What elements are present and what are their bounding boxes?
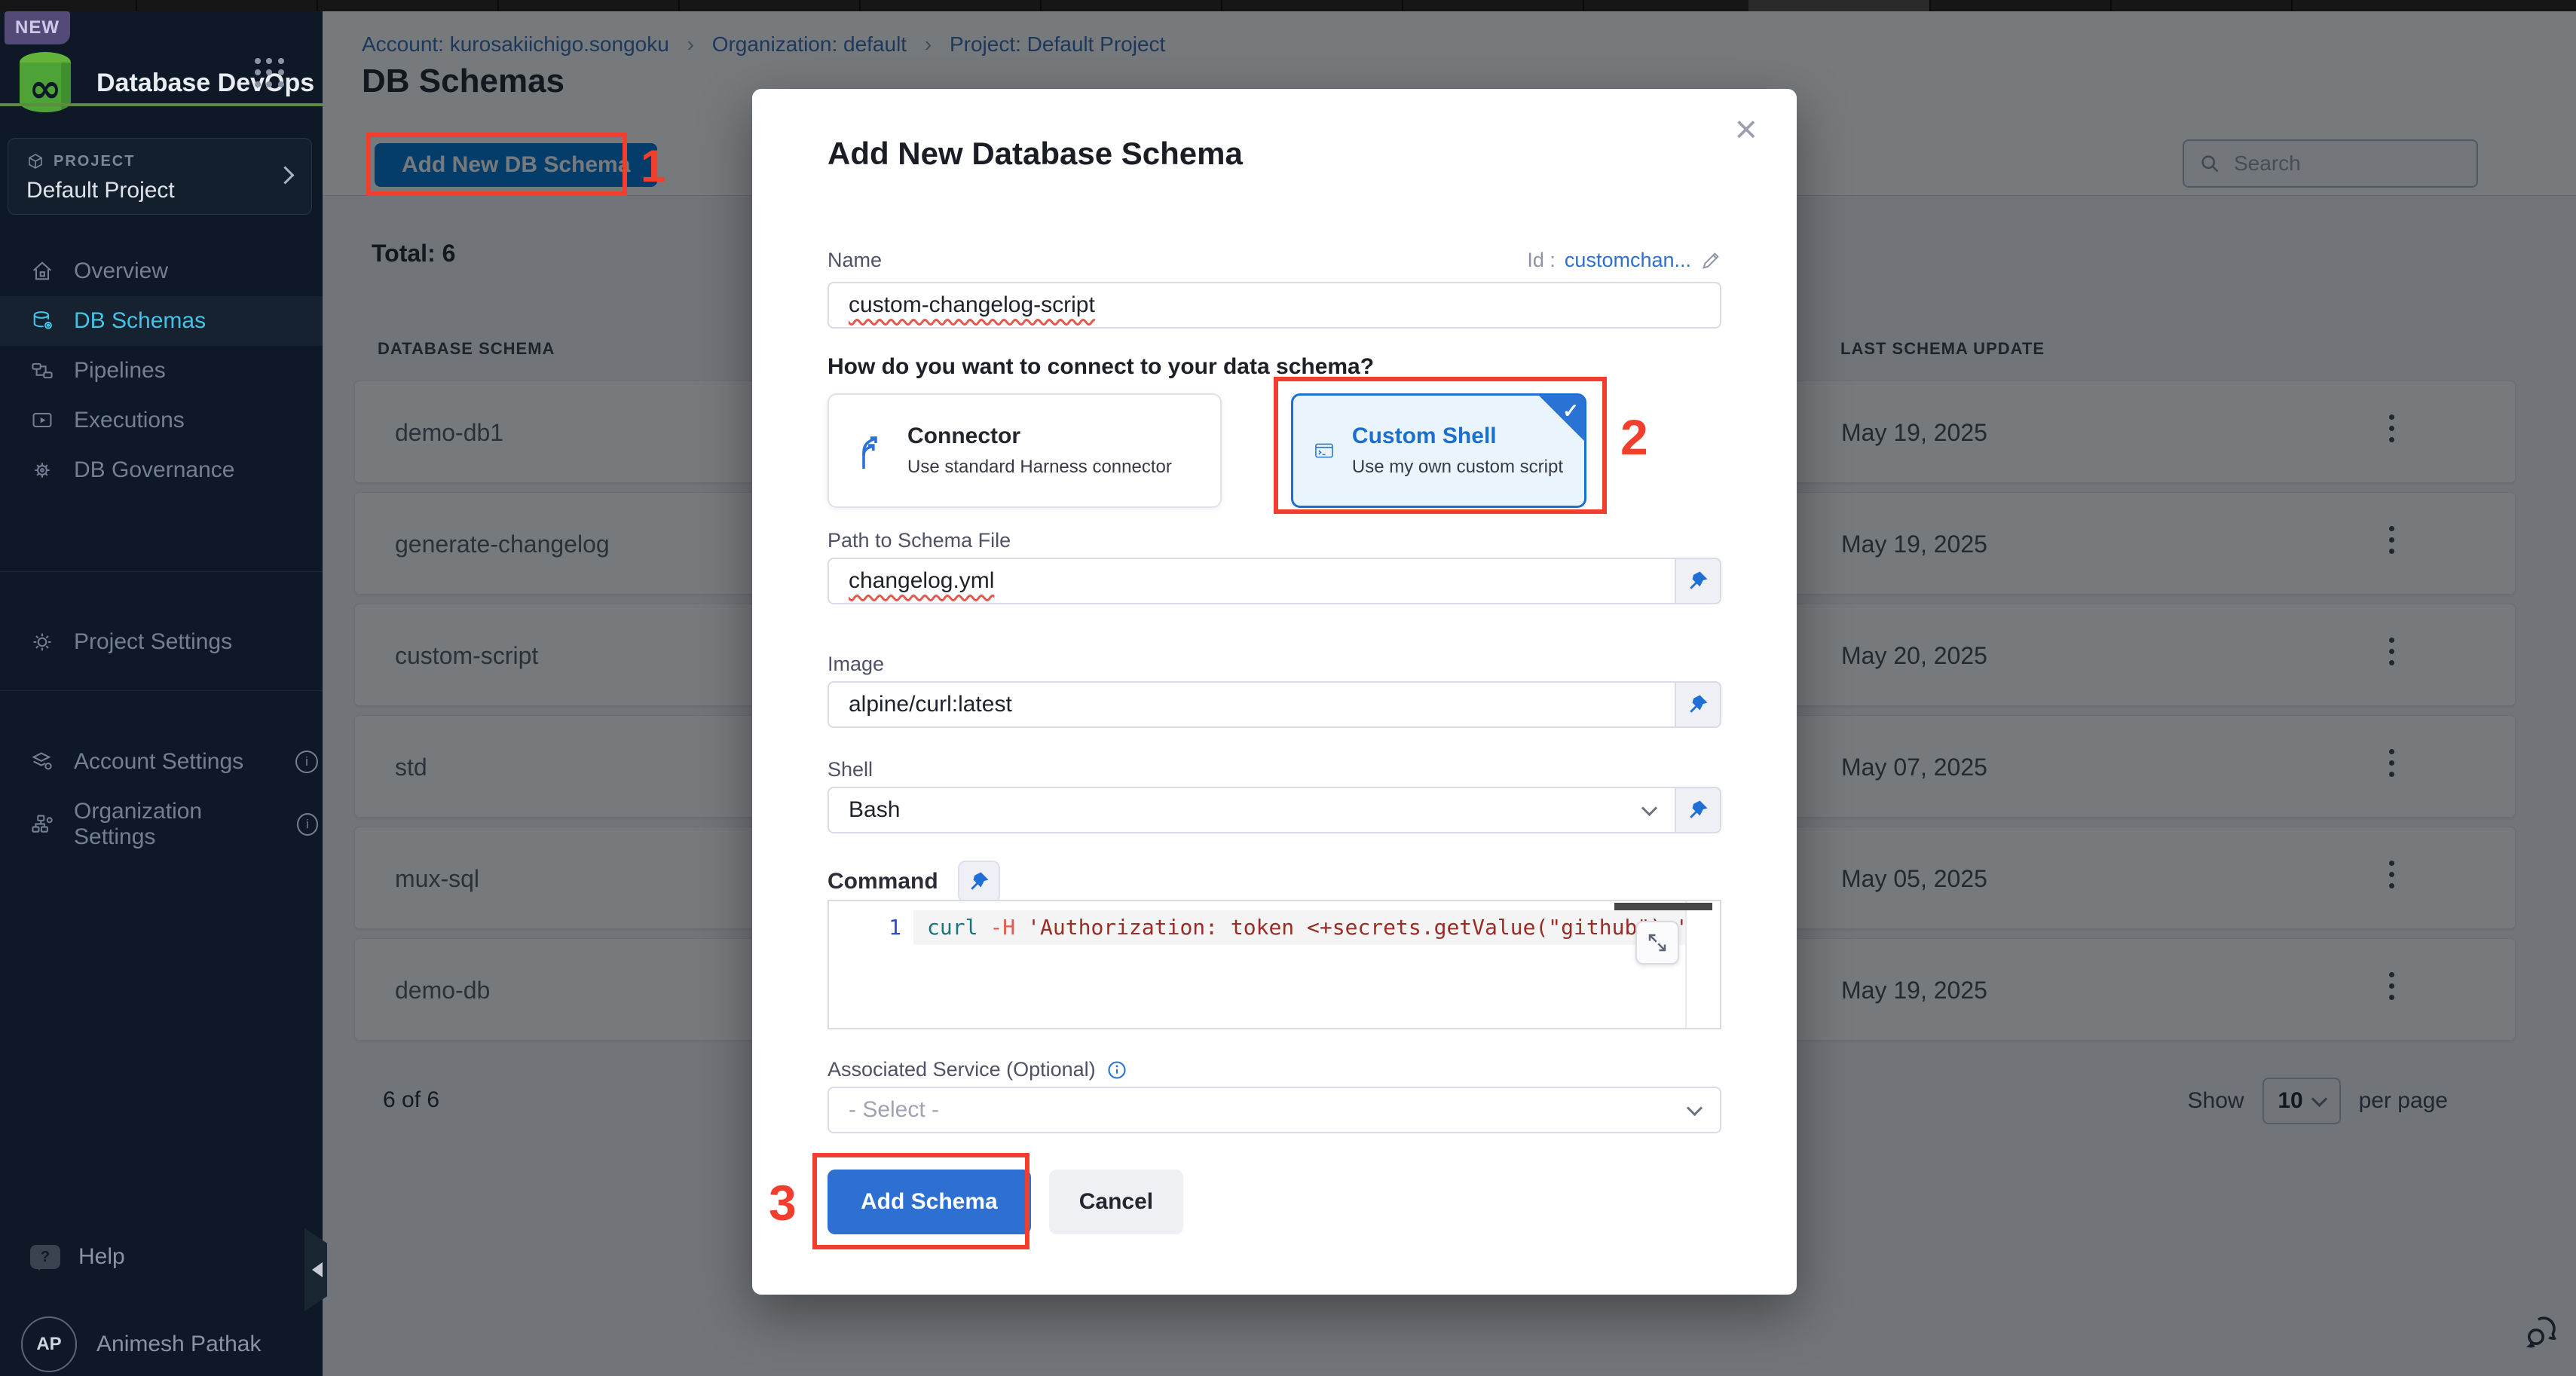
sidebar-item-label: Pipelines <box>74 358 166 384</box>
path-input[interactable]: changelog.yml <box>828 558 1721 604</box>
id-value[interactable]: customchan... <box>1565 249 1691 272</box>
chevron-down-icon <box>1687 1099 1703 1115</box>
code-token-keyword: curl <box>927 915 977 940</box>
annotation-box-2 <box>1274 377 1607 514</box>
sidebar-item-db-governance[interactable]: DB Governance <box>0 445 323 495</box>
code-token-string: 'Authorization: token <+secrets.getValue… <box>1027 915 1688 940</box>
image-label: Image <box>828 653 1721 676</box>
layers-gear-icon <box>30 750 54 774</box>
image-input[interactable]: alpine/curl:latest <box>828 681 1721 728</box>
image-input-value: alpine/curl:latest <box>849 692 1012 717</box>
sidebar-item-overview[interactable]: Overview <box>0 246 323 296</box>
harness-dbops-logo: ∞ <box>9 47 81 120</box>
annotation-number-3: 3 <box>769 1174 797 1231</box>
annotation-number-2: 2 <box>1620 408 1648 466</box>
command-code-line: curl -H 'Authorization: token <+secrets.ge… <box>927 910 1690 945</box>
code-token-flag: -H <box>990 915 1015 940</box>
annotation-box-1 <box>366 133 627 196</box>
pin-icon[interactable] <box>1675 558 1721 604</box>
sidebar-item-label: Account Settings <box>74 749 243 775</box>
add-schema-modal: × Add New Database Schema Name Id : cust… <box>752 89 1797 1295</box>
option-title: Connector <box>907 424 1172 449</box>
command-label: Command <box>828 869 938 894</box>
help-button[interactable]: ? Help <box>30 1244 125 1270</box>
associated-service-label: Associated Service (Optional) <box>828 1058 1096 1081</box>
sidebar-divider <box>0 690 323 691</box>
new-badge: NEW <box>5 11 70 44</box>
sidebar-item-db-schemas[interactable]: DB Schemas <box>0 296 323 346</box>
sidebar-item-pipelines[interactable]: Pipelines <box>0 346 323 396</box>
annotation-number-1: 1 <box>641 140 665 192</box>
executions-icon <box>30 408 54 433</box>
chevron-down-icon <box>1641 800 1657 815</box>
governance-gear-icon <box>30 458 54 482</box>
info-icon[interactable] <box>1106 1060 1127 1081</box>
nav-menu: Overview DB Schemas Pipelines Executions <box>0 246 323 495</box>
path-label: Path to Schema File <box>828 529 1721 552</box>
close-icon[interactable]: × <box>1735 110 1758 149</box>
connector-icon <box>850 430 889 472</box>
brand-divider <box>0 103 323 106</box>
sidebar-item-executions[interactable]: Executions <box>0 396 323 445</box>
sidebar-item-label: Overview <box>74 258 168 284</box>
home-icon <box>30 259 54 283</box>
name-label-row: Name Id : customchan... <box>828 249 1721 272</box>
cube-icon <box>26 152 44 170</box>
command-label-row: Command <box>828 861 1721 903</box>
edit-pencil-icon[interactable] <box>1700 250 1721 271</box>
name-label: Name <box>828 249 882 272</box>
pin-icon[interactable] <box>1675 787 1721 833</box>
chevron-right-icon <box>276 166 294 184</box>
annotation-box-3 <box>812 1153 1029 1249</box>
org-hierarchy-gear-icon <box>30 812 54 836</box>
sidebar-item-account-settings[interactable]: Account Settings i <box>0 737 353 787</box>
app-grid-icon[interactable] <box>255 58 285 88</box>
sidebar-item-label: Executions <box>74 408 185 433</box>
expand-editor-icon[interactable] <box>1635 921 1679 965</box>
project-name: Default Project <box>26 178 175 203</box>
name-input[interactable]: custom-changelog-script <box>828 282 1721 329</box>
editor-scrollbar[interactable] <box>1614 903 1712 910</box>
user-name: Animesh Pathak <box>96 1332 261 1357</box>
sidebar-item-project-settings[interactable]: Project Settings <box>0 617 353 667</box>
sidebar-divider <box>0 571 323 572</box>
info-icon: i <box>295 751 318 773</box>
sidebar-item-label: Organization Settings <box>74 799 277 850</box>
sidebar-item-label: DB Governance <box>74 457 234 483</box>
associated-service-value: - Select - <box>849 1097 939 1123</box>
connect-question: How do you want to connect to your data … <box>828 354 1721 380</box>
project-selector[interactable]: PROJECT Default Project <box>8 138 312 215</box>
project-label: PROJECT <box>54 153 135 170</box>
sidebar-item-label: Project Settings <box>74 629 232 655</box>
browser-tab-strip <box>0 0 2576 11</box>
chevron-left-icon <box>304 1262 323 1277</box>
editor-line-number: 1 <box>829 910 901 945</box>
user-profile[interactable]: AP Animesh Pathak <box>21 1316 261 1372</box>
database-gear-icon <box>30 309 54 333</box>
option-card-connector[interactable]: Connector Use standard Harness connector <box>828 393 1222 508</box>
help-label: Help <box>78 1244 125 1270</box>
name-input-value: custom-changelog-script <box>849 292 1095 318</box>
pin-icon[interactable] <box>958 861 1000 903</box>
shell-select[interactable]: Bash <box>828 787 1721 833</box>
associated-service-select[interactable]: - Select - <box>828 1087 1721 1133</box>
associated-service-label-row: Associated Service (Optional) <box>828 1058 1721 1081</box>
id-label: Id : <box>1527 249 1556 272</box>
option-subtitle: Use standard Harness connector <box>907 457 1172 478</box>
path-input-value: changelog.yml <box>849 568 994 594</box>
command-code-editor[interactable]: 1 curl -H 'Authorization: token <+secrets.… <box>828 900 1721 1029</box>
pipelines-icon <box>30 359 54 383</box>
sidebar-item-organization-settings[interactable]: Organization Settings i <box>0 800 353 849</box>
shell-select-value: Bash <box>849 797 900 823</box>
cancel-button[interactable]: Cancel <box>1049 1170 1183 1234</box>
gear-icon <box>30 630 54 654</box>
sidebar: NEW ∞ Database DevOps PROJECT Default Pr… <box>0 11 323 1376</box>
avatar: AP <box>21 1316 77 1372</box>
sidebar-item-label: DB Schemas <box>74 308 206 334</box>
pin-icon[interactable] <box>1675 681 1721 728</box>
modal-title: Add New Database Schema <box>828 136 1243 172</box>
info-icon: i <box>297 813 318 836</box>
help-icon: ? <box>30 1245 60 1269</box>
shell-label: Shell <box>828 758 1721 781</box>
